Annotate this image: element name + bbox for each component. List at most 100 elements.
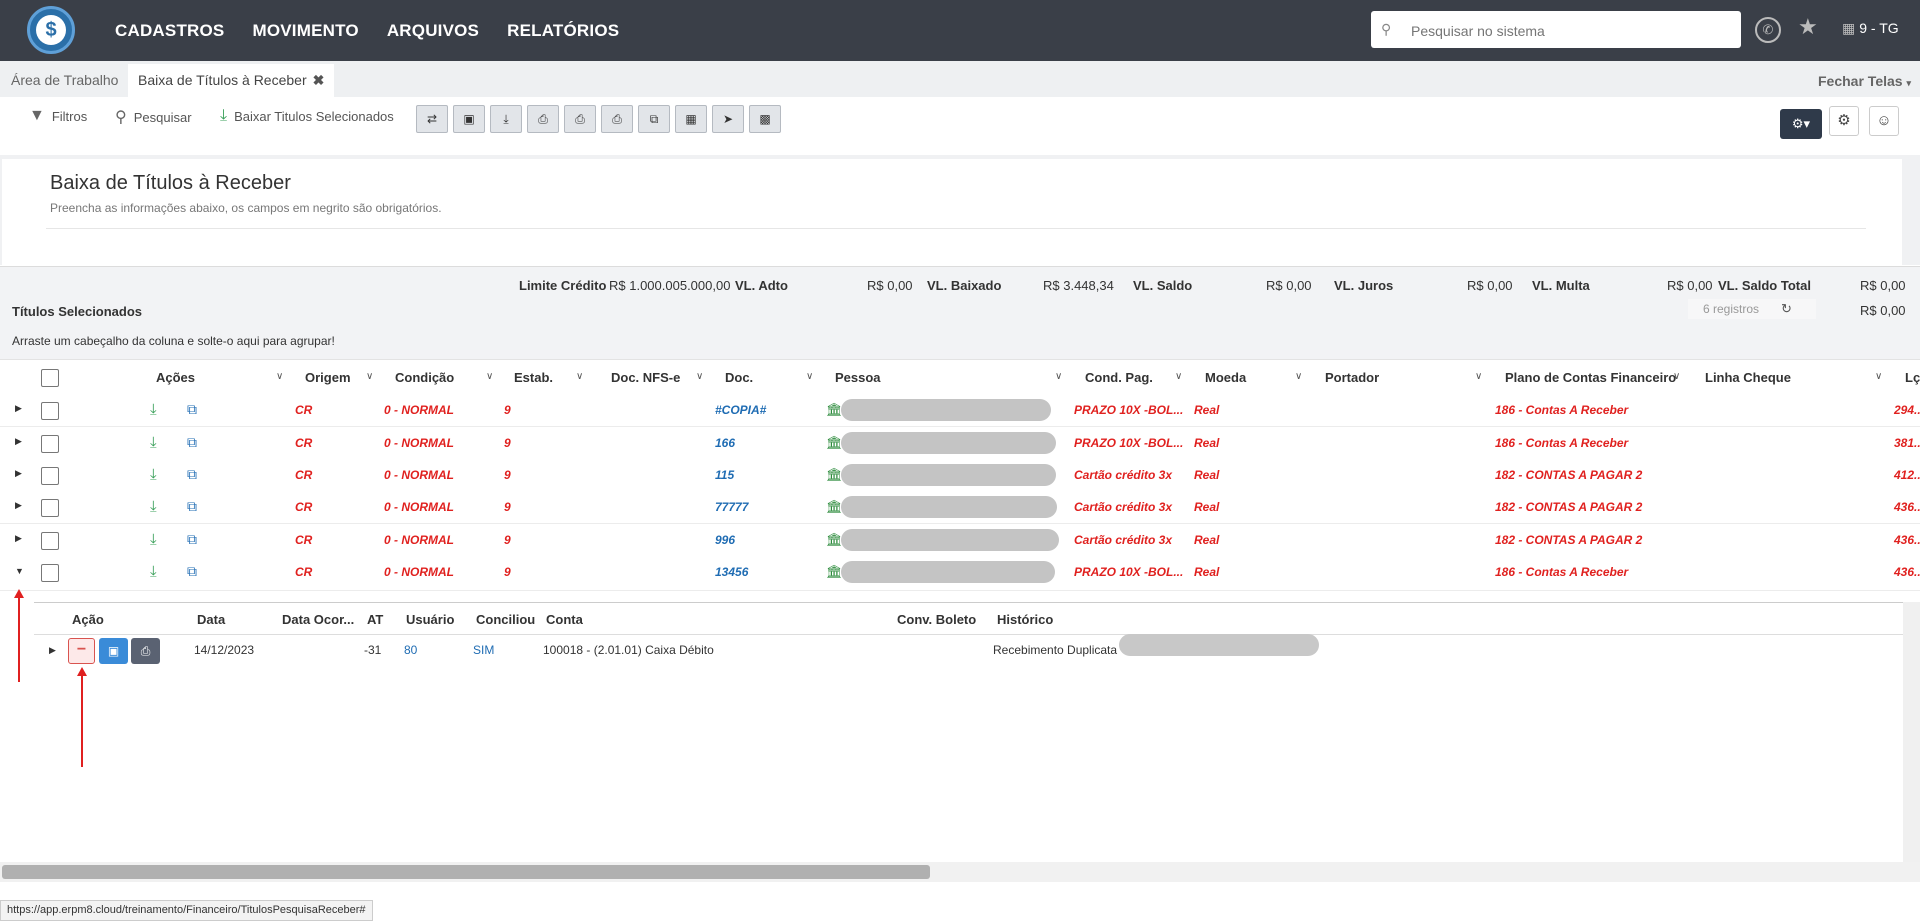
- chevron-down-icon[interactable]: ∨: [486, 371, 493, 382]
- table-row[interactable]: ▶ ⤓ ⧉ CR 0 - NORMAL 9 996 🏛 Cartão crédi…: [0, 524, 1920, 557]
- send-icon[interactable]: ➤: [712, 105, 744, 133]
- chevron-down-icon[interactable]: ∨: [1055, 371, 1062, 382]
- download-icon[interactable]: ⤓: [150, 498, 157, 515]
- menu-relatorios[interactable]: RELATÓRIOS: [507, 21, 619, 41]
- table-row[interactable]: ▶ ⤓ ⧉ CR 0 - NORMAL 9 115 🏛 Cartão crédi…: [0, 459, 1920, 492]
- tab-baixa-titulos[interactable]: Baixa de Títulos à Receber ✖: [128, 64, 335, 97]
- pesquisar-button[interactable]: ⚲ Pesquisar: [115, 107, 192, 127]
- table-row[interactable]: ▶ ⤓ ⧉ CR 0 - NORMAL 9 #COPIA# 🏛 PRAZO 10…: [0, 394, 1920, 427]
- collapse-row-icon[interactable]: ▼: [15, 566, 24, 576]
- user-button[interactable]: ☺: [1869, 106, 1899, 136]
- col-lc[interactable]: Lç: [1905, 370, 1920, 385]
- col-acoes[interactable]: Ações: [156, 370, 195, 385]
- row-checkbox[interactable]: [41, 435, 59, 453]
- detail-col-acao[interactable]: Ação: [72, 612, 104, 627]
- detail-usuario[interactable]: 80: [404, 643, 417, 657]
- detail-col-conta[interactable]: Conta: [546, 612, 583, 627]
- chevron-down-icon[interactable]: ∨: [1175, 371, 1182, 382]
- table-row[interactable]: ▶ ⤓ ⧉ CR 0 - NORMAL 9 77777 🏛 Cartão cré…: [0, 491, 1920, 524]
- chevron-down-icon[interactable]: ∨: [1475, 371, 1482, 382]
- table-row[interactable]: ▶ ⤓ ⧉ CR 0 - NORMAL 9 166 🏛 PRAZO 10X -B…: [0, 427, 1920, 460]
- expand-row-icon[interactable]: ▶: [15, 436, 22, 447]
- menu-cadastros[interactable]: CADASTROS: [115, 21, 224, 41]
- print-icon[interactable]: ⎙: [527, 105, 559, 133]
- chevron-down-icon[interactable]: ∨: [576, 371, 583, 382]
- whatsapp-icon[interactable]: ✆: [1755, 17, 1781, 43]
- tab-area-de-trabalho[interactable]: Área de Trabalho: [11, 72, 118, 88]
- row-checkbox[interactable]: [41, 467, 59, 485]
- select-all-checkbox[interactable]: [41, 369, 59, 387]
- table-row-expanded[interactable]: ▼ ⤓ ⧉ CR 0 - NORMAL 9 13456 🏛 PRAZO 10X …: [0, 556, 1920, 591]
- chevron-down-icon[interactable]: ∨: [1875, 371, 1882, 382]
- expand-row-icon[interactable]: ▶: [49, 645, 56, 656]
- col-plano-contas[interactable]: Plano de Contas Financeiro: [1505, 370, 1676, 385]
- calendar-icon[interactable]: ▦: [675, 105, 707, 133]
- col-condicao[interactable]: Condição: [395, 370, 454, 385]
- external-link-icon[interactable]: ⧉: [187, 466, 197, 483]
- download-icon[interactable]: ⤓: [150, 563, 157, 580]
- chevron-down-icon[interactable]: ∨: [1295, 371, 1302, 382]
- print-button[interactable]: ⎙: [131, 638, 160, 664]
- col-doc[interactable]: Doc.: [725, 370, 753, 385]
- menu-arquivos[interactable]: ARQUIVOS: [387, 21, 479, 41]
- external-link-icon[interactable]: ⧉: [187, 563, 197, 580]
- fechar-telas-dropdown[interactable]: Fechar Telas ▾: [1818, 73, 1911, 89]
- expand-row-icon[interactable]: ▶: [15, 533, 22, 544]
- print-alt-icon[interactable]: ⎙: [601, 105, 633, 133]
- money-button[interactable]: ▣: [99, 638, 128, 664]
- col-doc-nfse[interactable]: Doc. NFS-e: [611, 370, 680, 385]
- external-link-icon[interactable]: ⧉: [187, 531, 197, 548]
- detail-conciliou[interactable]: SIM: [473, 643, 494, 657]
- chevron-down-icon[interactable]: ∨: [366, 371, 373, 382]
- row-checkbox[interactable]: [41, 532, 59, 550]
- row-checkbox[interactable]: [41, 564, 59, 582]
- money-icon[interactable]: ▣: [453, 105, 485, 133]
- detail-col-at[interactable]: AT: [367, 612, 383, 627]
- col-pessoa[interactable]: Pessoa: [835, 370, 881, 385]
- expand-row-icon[interactable]: ▶: [15, 468, 22, 479]
- chevron-down-icon[interactable]: ∨: [696, 371, 703, 382]
- detail-col-usuario[interactable]: Usuário: [406, 612, 454, 627]
- external-link-icon[interactable]: ⧉: [187, 498, 197, 515]
- chevron-down-icon[interactable]: ∨: [276, 371, 283, 382]
- app-logo[interactable]: $: [27, 6, 75, 54]
- settings-button[interactable]: ⚙: [1829, 106, 1859, 136]
- detail-col-conciliou[interactable]: Conciliou: [476, 612, 535, 627]
- row-checkbox[interactable]: [41, 499, 59, 517]
- star-icon[interactable]: ★: [1798, 14, 1818, 40]
- download-icon[interactable]: ⤓: [150, 466, 157, 483]
- scrollbar-thumb[interactable]: [2, 865, 930, 879]
- transfer-icon[interactable]: ⇄: [416, 105, 448, 133]
- group-drop-area[interactable]: Arraste um cabeçalho da coluna e solte-o…: [0, 321, 1920, 359]
- search-input[interactable]: [1409, 11, 1733, 50]
- print-icon[interactable]: ⎙: [564, 105, 596, 133]
- close-icon[interactable]: ✖: [313, 72, 325, 88]
- detail-col-data-ocor[interactable]: Data Ocor...: [282, 612, 354, 627]
- external-link-icon[interactable]: ⧉: [187, 434, 197, 451]
- download-icon[interactable]: ⤓: [150, 531, 157, 548]
- detail-col-historico[interactable]: Histórico: [997, 612, 1053, 627]
- baixar-titulos-button[interactable]: ⤓ Baixar Titulos Selecionados: [220, 107, 394, 125]
- col-cond-pag[interactable]: Cond. Pag.: [1085, 370, 1153, 385]
- external-link-icon[interactable]: ⧉: [187, 401, 197, 418]
- download-icon[interactable]: ⤓: [150, 434, 157, 451]
- chart-icon[interactable]: ▩: [749, 105, 781, 133]
- expand-row-icon[interactable]: ▶: [15, 500, 22, 511]
- col-estab[interactable]: Estab.: [514, 370, 553, 385]
- col-portador[interactable]: Portador: [1325, 370, 1379, 385]
- col-linha-cheque[interactable]: Linha Cheque: [1705, 370, 1791, 385]
- company-selector[interactable]: ▦ 9 - TG: [1842, 20, 1899, 37]
- menu-movimento[interactable]: MOVIMENTO: [252, 21, 358, 41]
- col-origem[interactable]: Origem: [305, 370, 351, 385]
- chevron-down-icon[interactable]: ∨: [1673, 371, 1680, 382]
- detail-col-data[interactable]: Data: [197, 612, 225, 627]
- estornar-button[interactable]: −: [68, 638, 95, 664]
- col-moeda[interactable]: Moeda: [1205, 370, 1246, 385]
- tools-dropdown-button[interactable]: ⚙▾: [1780, 109, 1822, 139]
- refresh-icon[interactable]: ↻: [1781, 299, 1792, 319]
- download-icon[interactable]: ⤓: [150, 401, 157, 418]
- chevron-down-icon[interactable]: ∨: [806, 371, 813, 382]
- row-checkbox[interactable]: [41, 402, 59, 420]
- horizontal-scrollbar[interactable]: [0, 862, 1920, 882]
- detail-col-conv-boleto[interactable]: Conv. Boleto: [897, 612, 976, 627]
